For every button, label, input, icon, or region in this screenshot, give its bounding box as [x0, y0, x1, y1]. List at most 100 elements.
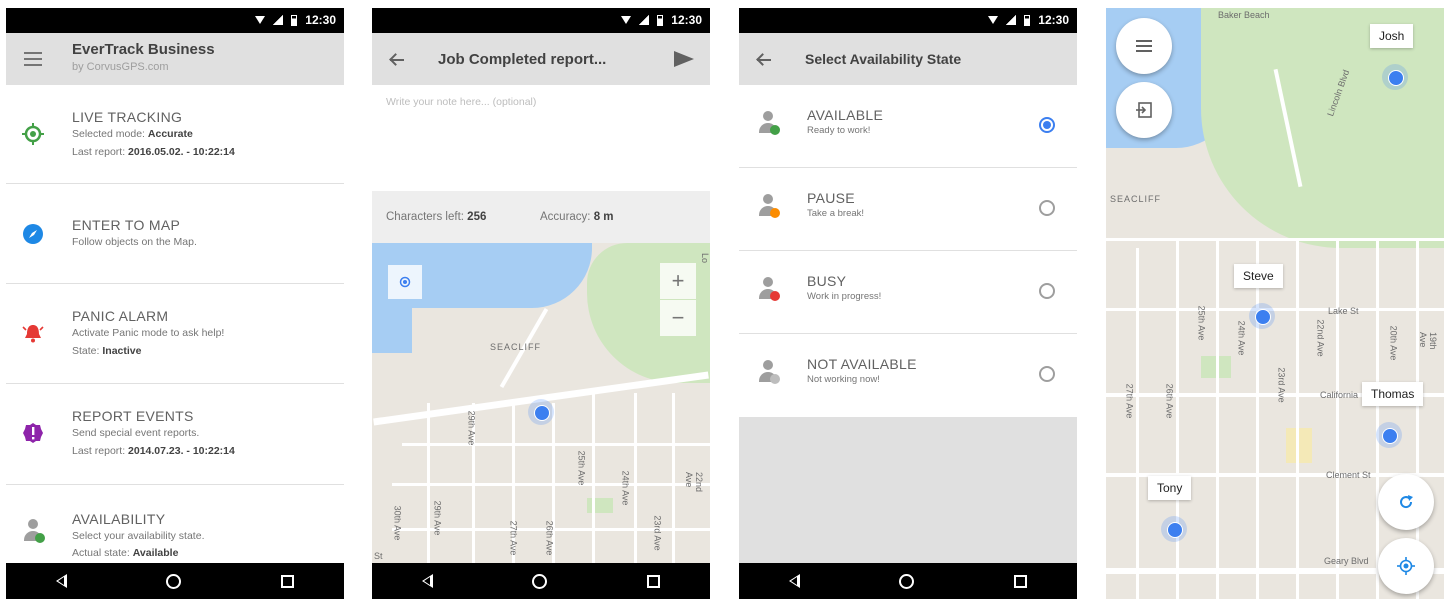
menu-item-enter-to-map[interactable]: ENTER TO MAP Follow objects on the Map.: [6, 184, 344, 284]
zoom-out-button[interactable]: −: [660, 300, 696, 336]
state-option-busy[interactable]: BUSY Work in progress!: [739, 251, 1077, 334]
menu-item-line2: Last report: 2014.07.23. - 10:22:14: [72, 445, 235, 457]
vehicle-marker-thomas[interactable]: [1376, 422, 1402, 448]
head: [763, 111, 773, 121]
accuracy: Accuracy: 8 m: [540, 211, 614, 223]
badge: [35, 533, 45, 543]
zoom-in-button[interactable]: +: [660, 263, 696, 299]
home-icon[interactable]: [166, 573, 182, 589]
characters-left: Characters left: 256: [386, 211, 486, 223]
badge: [770, 291, 780, 301]
recents-icon[interactable]: [647, 574, 661, 588]
vehicle-marker-josh[interactable]: [1382, 64, 1408, 90]
road: [1106, 308, 1444, 311]
park-area: [587, 498, 613, 513]
locate-me-button[interactable]: [388, 265, 422, 299]
road: [672, 393, 675, 563]
exit-icon: [1136, 102, 1152, 118]
label: Actual state:: [72, 547, 133, 559]
home-icon[interactable]: [532, 573, 548, 589]
menu-item-line1: Select your availability state.: [72, 530, 205, 542]
vehicle-label-thomas[interactable]: Thomas: [1362, 382, 1424, 406]
vehicle-label-steve[interactable]: Steve: [1234, 264, 1283, 288]
battery-icon: [657, 14, 664, 26]
battery-icon: [1024, 14, 1031, 26]
vehicle-label-tony[interactable]: Tony: [1148, 476, 1192, 500]
road: [1376, 238, 1379, 599]
state-name: BUSY: [807, 273, 847, 289]
value: 8 m: [593, 211, 614, 223]
home-icon[interactable]: [899, 573, 915, 589]
target-icon: [22, 123, 44, 145]
map-label: Lake St: [1328, 306, 1359, 316]
state-option-available[interactable]: AVAILABLE Ready to work!: [739, 85, 1077, 168]
menu-item-report-events[interactable]: REPORT EVENTS Send special event reports…: [6, 384, 344, 485]
refresh-button[interactable]: [1378, 474, 1434, 530]
screen-availability: 12:30 Select Availability State AVAILABL…: [739, 8, 1077, 599]
back-icon[interactable]: [788, 574, 800, 588]
back-arrow-icon[interactable]: [390, 59, 404, 61]
vehicle-label-josh[interactable]: Josh: [1370, 24, 1414, 48]
head: [28, 519, 38, 529]
menu-item-line1: Selected mode: Accurate: [72, 128, 193, 140]
state-radio[interactable]: [1039, 200, 1055, 216]
app-toolbar: Select Availability State: [739, 33, 1077, 85]
road: [1176, 238, 1179, 599]
state-radio-selected[interactable]: [1039, 117, 1055, 133]
screen-job-report: 12:30 Job Completed report... Write your…: [372, 8, 710, 599]
menu-button[interactable]: [1116, 18, 1172, 74]
fleet-map[interactable]: Baker Beach Lincoln Blvd SEACLIFF Lake S…: [1106, 8, 1444, 599]
vehicle-marker-steve[interactable]: [1249, 303, 1275, 329]
recents-icon[interactable]: [1014, 574, 1028, 588]
map-label: California: [1320, 390, 1359, 400]
map-label: 23rd Ave: [1276, 367, 1287, 403]
menu-item-line1: Send special event reports.: [72, 427, 200, 439]
app-subtitle: by CorvusGPS.com: [72, 61, 169, 73]
hamburger-menu-icon[interactable]: [24, 52, 42, 66]
back-icon[interactable]: [55, 574, 67, 588]
my-location-icon: [1397, 557, 1415, 575]
back-icon[interactable]: [421, 574, 433, 588]
state-radio[interactable]: [1039, 366, 1055, 382]
send-icon[interactable]: [674, 51, 694, 67]
menu-item-availability[interactable]: AVAILABILITY Select your availability st…: [6, 485, 344, 565]
screen-main-menu: 12:30 EverTrack Business by CorvusGPS.co…: [6, 8, 344, 599]
road: [1296, 238, 1299, 599]
my-location-button[interactable]: [1378, 538, 1434, 594]
map-label: 27th Ave: [1124, 383, 1135, 419]
vehicle-marker-tony[interactable]: [1161, 516, 1187, 542]
map-label: 30th Ave: [392, 505, 403, 541]
status-bar: 12:30: [739, 8, 1077, 33]
exit-button[interactable]: [1116, 82, 1172, 138]
road: [1136, 248, 1139, 599]
map-label: 24th Ave: [1236, 320, 1247, 356]
location-map[interactable]: SEACLIFF Lo 29th Ave 25th Ave 24th Ave 2…: [372, 243, 710, 563]
note-input[interactable]: Write your note here... (optional): [386, 96, 536, 108]
menu-item-live-tracking[interactable]: LIVE TRACKING Selected mode: Accurate La…: [6, 85, 344, 184]
badge: [770, 374, 780, 384]
signal-icon: [273, 15, 284, 25]
value: 256: [467, 211, 487, 223]
road: [402, 443, 710, 446]
state-option-not-available[interactable]: NOT AVAILABLE Not working now!: [739, 334, 1077, 417]
recents-icon[interactable]: [281, 574, 295, 588]
state-radio[interactable]: [1039, 283, 1055, 299]
head: [763, 360, 773, 370]
state-option-pause[interactable]: PAUSE Take a break!: [739, 168, 1077, 251]
road: [592, 393, 595, 563]
label: Last report:: [72, 146, 129, 158]
person-not-available-icon: [757, 360, 781, 386]
map-label: St: [374, 551, 383, 561]
map-label: 26th Ave: [1164, 383, 1175, 419]
wifi-icon: [988, 16, 999, 24]
map-label: 19th Ave: [1418, 332, 1438, 350]
menu-item-panic-alarm[interactable]: PANIC ALARM Activate Panic mode to ask h…: [6, 284, 344, 384]
badge: [770, 208, 780, 218]
wifi-icon: [621, 16, 632, 24]
menu-item-line2: Actual state: Available: [72, 547, 178, 559]
back-arrow-icon[interactable]: [757, 59, 771, 61]
map-label: 29th Ave: [466, 410, 477, 446]
road: [427, 403, 430, 563]
map-label: 29th Ave: [432, 500, 443, 536]
menu-item-line1: Follow objects on the Map.: [72, 236, 197, 248]
